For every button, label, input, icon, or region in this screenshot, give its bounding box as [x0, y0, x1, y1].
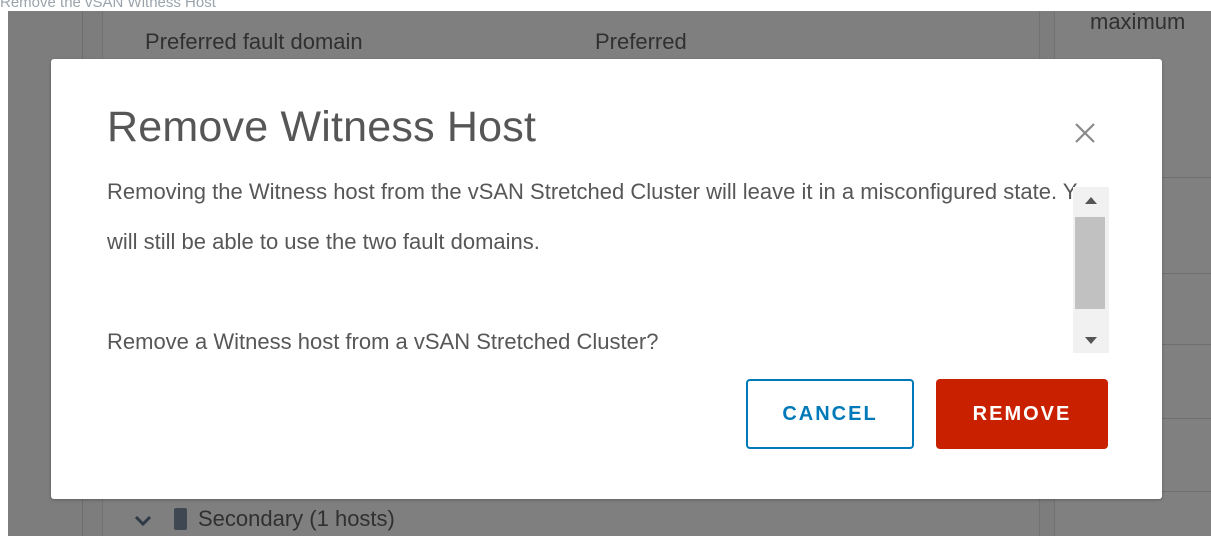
preferred-fault-domain-value: Preferred — [595, 29, 687, 54]
dialog-title: Remove Witness Host — [107, 103, 537, 151]
dialog-question: Remove a Witness host from a vSAN Stretc… — [107, 329, 659, 351]
remove-button[interactable]: REMOVE — [936, 379, 1108, 449]
arrow-up-icon[interactable] — [1073, 189, 1109, 211]
cancel-button[interactable]: CANCEL — [746, 379, 914, 449]
body-scrollbar[interactable] — [1073, 187, 1109, 353]
chevron-down-icon[interactable] — [132, 509, 154, 531]
remove-witness-dialog: Remove Witness Host Removing the Witness… — [51, 59, 1162, 499]
secondary-group-label[interactable]: Secondary (1 hosts) — [198, 506, 395, 532]
dialog-message: Removing the Witness host from the vSAN … — [107, 179, 1100, 254]
scroll-thumb[interactable] — [1075, 217, 1105, 309]
arrow-down-icon[interactable] — [1073, 329, 1109, 351]
close-icon[interactable] — [1067, 115, 1103, 151]
host-icon — [174, 508, 187, 530]
page-caption: Remove the vSAN Witness Host — [0, 0, 216, 11]
dialog-body: Removing the Witness host from the vSAN … — [107, 179, 1107, 351]
preferred-fault-domain-label: Preferred fault domain — [145, 29, 363, 54]
right-panel-text: maximum — [1090, 11, 1186, 34]
